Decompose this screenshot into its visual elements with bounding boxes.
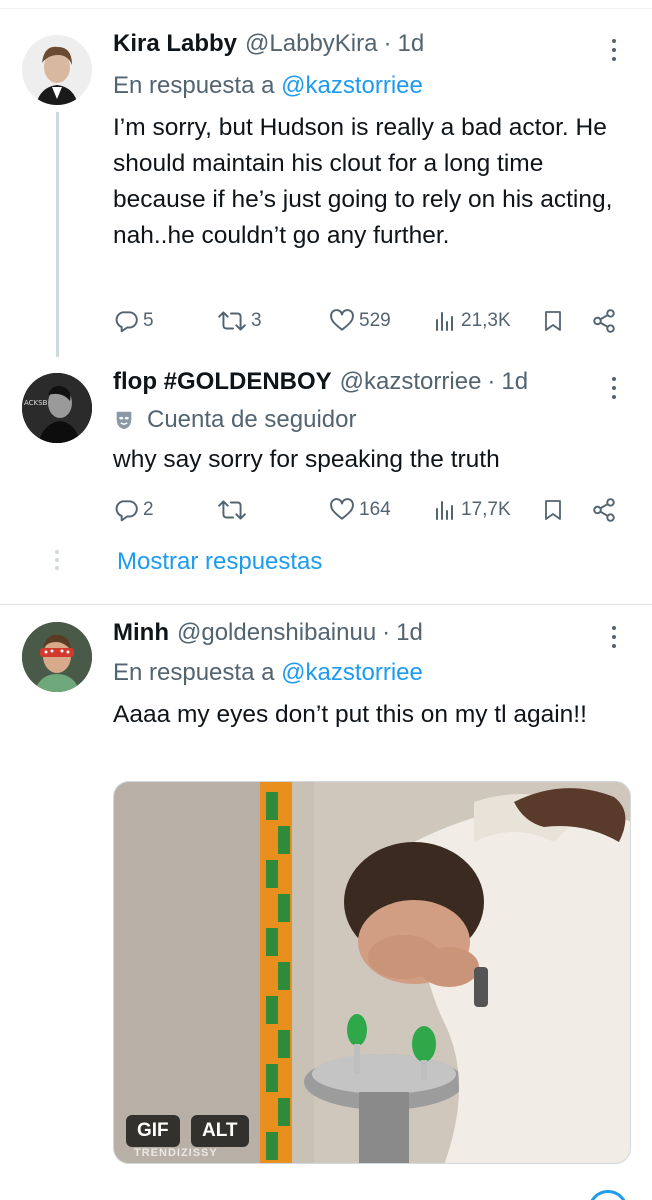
bookmark-button[interactable] [541, 495, 565, 525]
reply-button[interactable]: 2 [113, 495, 154, 525]
more-icon[interactable] [604, 374, 624, 402]
separator-dot: · [383, 30, 392, 57]
reply-prefix: En respuesta a [113, 72, 275, 99]
retweet-button[interactable] [217, 495, 251, 525]
views-count: 17,7K [461, 499, 511, 520]
tweet-text: why say sorry for speaking the truth [113, 446, 500, 473]
tweet-header: Minh @goldenshibainuu · 1d [113, 619, 592, 653]
tweet-media-gif[interactable]: GIF ALT TRENDIZISSY [113, 781, 631, 1164]
bookmark-icon [545, 311, 561, 331]
share-icon [593, 309, 615, 333]
avatar[interactable]: ACKSB [22, 373, 92, 443]
tweet-text: Aaaa my eyes don’t put this on my tl aga… [113, 701, 587, 728]
views-icon [436, 312, 453, 331]
display-name[interactable]: Kira Labby [113, 30, 237, 58]
timestamp[interactable]: 1d [501, 368, 528, 396]
reply-count: 5 [143, 310, 154, 331]
views-button[interactable]: 17,7K [433, 495, 511, 525]
retweet-count: 3 [251, 310, 262, 331]
reply-context: En respuesta a @kazstorriee [113, 72, 423, 100]
gif-illustration [114, 782, 630, 1163]
reply-to-link[interactable]: @kazstorriee [281, 72, 423, 99]
more-icon[interactable] [604, 36, 624, 64]
thread-ellipsis-icon [55, 550, 61, 570]
timestamp[interactable]: 1d [397, 30, 424, 58]
more-icon[interactable] [604, 623, 624, 651]
like-icon [330, 309, 354, 331]
timestamp[interactable]: 1d [396, 619, 423, 647]
gif-watermark: TRENDIZISSY [134, 1147, 218, 1159]
user-handle[interactable]: @LabbyKira [245, 30, 377, 58]
show-replies-link[interactable]: Mostrar respuestas [117, 548, 322, 576]
avatar[interactable] [22, 622, 92, 692]
tweet-text: I’m sorry, but Hudson is really a bad ac… [113, 114, 613, 249]
gif-badge: GIF [126, 1115, 180, 1147]
like-button[interactable]: 529 [329, 306, 391, 336]
views-icon [436, 501, 453, 520]
like-count: 529 [359, 310, 391, 331]
reply-button[interactable]: 5 [113, 306, 154, 336]
reply-to-link[interactable]: @kazstorriee [281, 659, 423, 686]
tweet-actions: 5 3 529 21,3K [113, 306, 623, 336]
tweet-actions: 2 164 17,7K [113, 495, 623, 525]
avatar[interactable] [22, 35, 92, 105]
tweet-header: Kira Labby @LabbyKira · 1d [113, 30, 592, 64]
retweet-button[interactable]: 3 [217, 306, 262, 336]
share-button[interactable] [591, 495, 617, 525]
retweet-icon [218, 500, 246, 520]
reply-context: En respuesta a @kazstorriee [113, 659, 423, 687]
reply-count: 2 [143, 499, 154, 520]
follower-account-badge: Cuenta de seguidor [113, 406, 356, 434]
views-button[interactable]: 21,3K [433, 306, 511, 336]
tweet-kira-labby[interactable]: Kira Labby @LabbyKira · 1d En respuesta … [0, 0, 652, 357]
svg-text:ACKSB: ACKSB [24, 399, 48, 407]
user-handle[interactable]: @goldenshibainuu [177, 619, 376, 647]
bookmark-button[interactable] [541, 306, 565, 336]
retweet-icon [218, 311, 246, 331]
like-count: 164 [359, 499, 391, 520]
views-count: 21,3K [461, 310, 511, 331]
tweet-header: flop #GOLDENBOY @kazstorriee · 1d [113, 368, 592, 402]
separator-dot: · [487, 368, 496, 395]
reply-prefix: En respuesta a [113, 659, 275, 686]
alt-text-button[interactable]: ALT [191, 1115, 249, 1147]
share-icon [593, 498, 615, 522]
mask-icon [116, 411, 132, 430]
bookmark-icon [545, 500, 561, 520]
display-name[interactable]: Minh [113, 619, 169, 647]
user-handle[interactable]: @kazstorriee [340, 368, 482, 396]
follower-badge-label: Cuenta de seguidor [147, 406, 357, 433]
tweet-flop-goldenboy[interactable]: ACKSB flop #GOLDENBOY @kazstorriee · 1d … [0, 350, 652, 600]
share-button[interactable] [591, 306, 617, 336]
separator-dot: · [382, 619, 391, 646]
like-button[interactable]: 164 [329, 495, 391, 525]
display-name[interactable]: flop #GOLDENBOY [113, 368, 332, 396]
reply-icon [115, 311, 138, 333]
like-icon [330, 498, 354, 520]
reply-icon [115, 500, 138, 522]
thread-line [56, 112, 59, 357]
